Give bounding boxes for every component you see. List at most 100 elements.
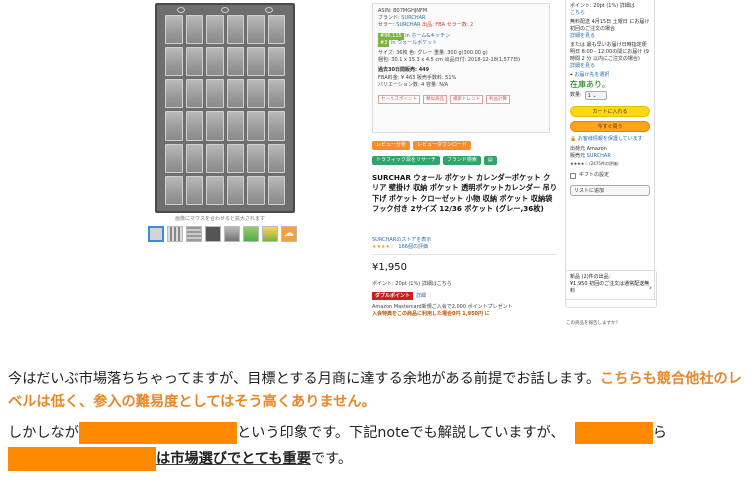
seller-link[interactable]: SURCHAR bbox=[396, 22, 420, 28]
thumbnail[interactable] bbox=[262, 226, 278, 242]
traffic-research-button[interactable]: トラフィック源をリサーチ bbox=[372, 156, 440, 165]
brand-label: ブランド: bbox=[378, 15, 400, 22]
hanger-hole bbox=[221, 7, 229, 13]
store-link[interactable]: SURCHARのストアを表示 bbox=[372, 236, 431, 243]
seller-label: 販売元 bbox=[570, 153, 586, 159]
tool-badges: セールスポイント 類似商品 検索トレンド 利益計算 bbox=[378, 95, 544, 105]
card-promo-line: 入会特典をこの商品に利用した場合0円 1,950円 に bbox=[372, 310, 490, 317]
article-emphasis-underlined: は市場選びでとても重要 bbox=[156, 451, 311, 467]
stock-status: 在庫あり。 bbox=[570, 80, 610, 89]
redaction-block bbox=[574, 422, 653, 444]
grid-icon[interactable]: ▤ bbox=[483, 156, 497, 165]
fba-fee: FBA料金: ¥ 463 販売手数料: 51% bbox=[378, 74, 457, 81]
qty-select[interactable]: 1 ⌄ bbox=[584, 91, 607, 100]
gift-option[interactable]: ギフトの設定 bbox=[570, 172, 650, 179]
thumbnail-strip: ☁ bbox=[148, 226, 297, 242]
lock-icon: 🔒 bbox=[570, 136, 577, 142]
gift-checkbox[interactable] bbox=[570, 172, 576, 179]
product-main-image[interactable] bbox=[155, 3, 295, 213]
pocket-grid bbox=[165, 15, 285, 205]
search-trend-badge[interactable]: 検索トレンド bbox=[450, 95, 483, 105]
hanger-hole bbox=[265, 7, 273, 13]
stars-icon: ★★★★☆ bbox=[372, 244, 395, 250]
card-promo-line: Amazon Mastercard新規ご入会で2,000 ポイントプレゼント bbox=[372, 304, 513, 310]
ratings-count-link[interactable]: 166個の評価 bbox=[398, 244, 428, 250]
double-point-badge: ダブルポイント bbox=[372, 292, 414, 300]
delivery-detail-link[interactable]: 詳細を見る bbox=[570, 33, 650, 40]
redaction-block bbox=[78, 422, 237, 444]
thumbnail[interactable] bbox=[243, 226, 259, 242]
rank-badge: #96,115 bbox=[378, 32, 404, 40]
cloud-upload-icon[interactable]: ☁ bbox=[281, 226, 297, 242]
gift-label: ギフトの設定 bbox=[579, 172, 610, 178]
chevron-right-icon: › bbox=[648, 283, 652, 292]
sales-30days: 過去30日間販売: 449 bbox=[378, 67, 430, 74]
divider bbox=[372, 254, 557, 255]
image-hover-caption: 画像にマウスを合わせると拡大されます bbox=[175, 216, 266, 222]
article-paragraph-2: しかしなが という印象です。下記noteでも解説していますが、 ら は市場選びでとて… bbox=[8, 422, 748, 471]
review-download-button[interactable]: レビューダウンロード bbox=[413, 141, 472, 150]
delivery-detail-link[interactable]: 詳細を見る bbox=[570, 63, 650, 70]
ship-from-value: Amazon bbox=[586, 146, 607, 152]
dims-line: 梱包: 30.1 x 15.3 x 4.5 cm 出品日付: 2018-12-1… bbox=[378, 57, 521, 64]
seller-count: セラー数: 2 bbox=[446, 22, 474, 29]
thumbnail[interactable] bbox=[224, 226, 240, 242]
article-paragraph-1: 今はだいぶ市場落ちちゃってますが、目標とする月商に達する余地がある前提でお話しま… bbox=[8, 368, 748, 414]
qty-value: 1 bbox=[587, 93, 591, 99]
price: ¥1,950 bbox=[372, 262, 407, 273]
thumbnail[interactable] bbox=[186, 226, 202, 242]
add-to-cart-button[interactable]: カートに入れる bbox=[570, 106, 650, 117]
double-point-row: ダブルポイント 詳細 bbox=[372, 292, 426, 300]
buy-box: ポイント: 20pt (1%) 詳細は こちら 無料配送 4月15日 土曜日 に… bbox=[565, 0, 655, 300]
similar-products-badge[interactable]: 類似商品 bbox=[423, 95, 447, 105]
fba-tag: 出品: FBA bbox=[422, 22, 446, 29]
add-to-list-button[interactable]: リストに追加 bbox=[570, 185, 650, 196]
brand-link[interactable]: SURCHAR bbox=[401, 15, 425, 21]
tool-button-row: レビュー分析 レビューダウンロード bbox=[372, 141, 472, 150]
review-analysis-button[interactable]: レビュー分析 bbox=[372, 141, 411, 150]
brand-search-button[interactable]: ブランド検索 bbox=[442, 156, 481, 165]
article-text: です。 bbox=[310, 451, 353, 467]
star-rating[interactable]: ★★★★☆ 166個の評価 bbox=[372, 243, 428, 250]
product-title: SURCHAR ウォール ポケット カレンダーポケット クリア 壁掛け 収納 ポ… bbox=[372, 173, 558, 214]
secure-transaction-link[interactable]: お客様情報を保護しています bbox=[578, 136, 643, 142]
quantity-selector[interactable]: 数量: 1 ⌄ bbox=[570, 91, 650, 100]
points-line: ポイント: 20pt (1%) 詳細はこちら bbox=[372, 281, 452, 287]
hanger-hole bbox=[177, 7, 185, 13]
buybox-seller-link[interactable]: SURCHAR bbox=[587, 153, 611, 159]
redaction-block bbox=[8, 447, 156, 471]
other-sellers-price: ¥1,950 初回のご注文は通常配送無料 bbox=[570, 281, 650, 294]
other-sellers-title: 新品 (2)件の出品： bbox=[570, 274, 614, 280]
mastercard-promo[interactable]: Amazon Mastercard新規ご入会で2,000 ポイントプレゼント 入… bbox=[372, 304, 557, 318]
seller-label: セラー: bbox=[378, 22, 395, 29]
tool-button-row: トラフィック源をリサーチ ブランド検索 ▤ bbox=[372, 156, 497, 165]
other-sellers-box[interactable]: 新品 (2)件の出品： ¥1,950 初回のご注文は通常配送無料 › bbox=[565, 270, 657, 308]
rank-category-link[interactable]: in ホーム&キッチン bbox=[405, 33, 450, 39]
free-delivery-text: 無料配送 4月15日 土曜日 にお届け 初回のご注文の場合 bbox=[570, 19, 650, 32]
thumbnail[interactable] bbox=[167, 226, 183, 242]
select-address-link[interactable]: お届け先を選択 bbox=[574, 72, 609, 78]
seller-tool-info-panel: ASIN: B07MGHJNFM ブランド: SURCHAR セラー: SURC… bbox=[372, 3, 550, 133]
seller-rating: ★★★★☆ (2475件の評価) bbox=[570, 161, 619, 166]
buybox-points: ポイント: 20pt (1%) 詳細は bbox=[570, 3, 635, 9]
article-text: という印象です。下記noteでも解説していますが、 bbox=[236, 425, 565, 441]
location-pin-icon: ⌖ bbox=[570, 72, 573, 78]
ship-from-label: 出荷元 bbox=[570, 146, 586, 152]
rank-category-link[interactable]: in ウォールポケット bbox=[391, 40, 437, 46]
qty-label: 数量: bbox=[570, 92, 582, 98]
rank-badge: #3 bbox=[378, 39, 390, 48]
thumbnail[interactable] bbox=[205, 226, 221, 242]
fastest-delivery-text: または 最も早いお届け日時指定便 明日 8:00 - 12:00の間にお届け (… bbox=[570, 42, 649, 62]
article-text: ら bbox=[652, 425, 667, 441]
sales-point-badge[interactable]: セールスポイント bbox=[378, 95, 420, 105]
profit-calc-badge[interactable]: 利益計算 bbox=[486, 95, 510, 105]
variations: バリエーション数: 4 容量: N/A bbox=[378, 81, 449, 88]
article-text: 今はだいぶ市場落ちちゃってますが、目標とする月商に達する余地がある前提でお話しま… bbox=[8, 371, 601, 387]
thumbnail[interactable] bbox=[148, 226, 164, 242]
article-text: しかしなが bbox=[8, 425, 79, 441]
amazon-screenshot: 画像にマウスを合わせると拡大されます ☁ ASIN: B07MGHJNFM ブラ… bbox=[0, 0, 756, 340]
double-point-detail-link[interactable]: 詳細 bbox=[416, 293, 426, 299]
report-link[interactable]: この商品を報告しますか？ bbox=[566, 320, 620, 326]
buybox-points-link[interactable]: こちら bbox=[570, 10, 650, 17]
buy-now-button[interactable]: 今すぐ買う bbox=[570, 121, 650, 132]
